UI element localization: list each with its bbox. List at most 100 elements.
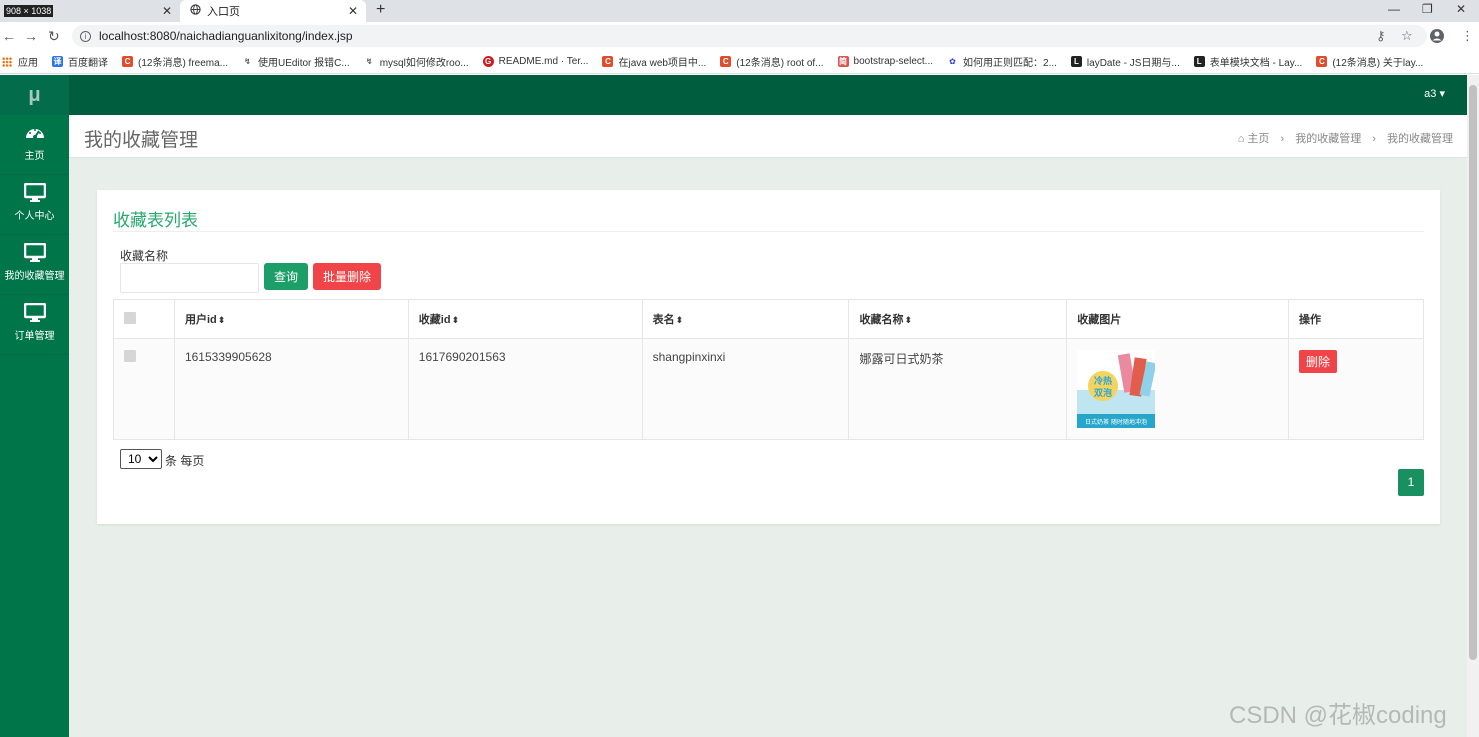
row-select-cell <box>113 338 175 440</box>
bookmark-item[interactable]: 译 百度翻译 <box>52 54 108 69</box>
star-icon[interactable]: ☆ <box>1401 28 1413 44</box>
cell-table-name: shangpinxinxi <box>641 338 850 440</box>
baidu-icon: ✿ <box>949 57 956 66</box>
close-tab-icon[interactable]: ✕ <box>162 4 172 18</box>
sidebar-item-home[interactable]: 主页 <box>0 115 69 175</box>
sort-icon[interactable]: ⬍ <box>676 315 684 325</box>
csdn-icon: C <box>1316 56 1328 67</box>
app-logo[interactable]: μ <box>0 75 69 115</box>
scrollbar-thumb[interactable] <box>1469 85 1477 660</box>
forward-icon[interactable]: → <box>24 28 38 44</box>
cell-fav-name: 娜露可日式奶茶 <box>848 338 1068 440</box>
table-header-row: 用户id⬍ 收藏id⬍ 表名⬍ 收藏名称⬍ 收藏图片 操作 <box>113 299 1424 339</box>
monitor-icon <box>23 303 46 322</box>
column-header-fav-id[interactable]: 收藏id⬍ <box>407 299 643 339</box>
thumb-text-1: 冷热 <box>1094 375 1112 387</box>
bookmark-item[interactable]: C (12条消息) root of... <box>720 54 824 69</box>
menu-dots-icon[interactable]: ⋮ <box>1461 28 1474 44</box>
bookmark-label: 应用 <box>18 58 38 69</box>
sort-icon[interactable]: ⬍ <box>218 315 226 325</box>
browser-tab-1[interactable]: 908 × 1038 ✕ <box>0 0 180 22</box>
csdn-icon: C <box>720 56 732 67</box>
page-scrollbar[interactable] <box>1467 75 1479 737</box>
column-header-actions: 操作 <box>1288 299 1424 339</box>
baidu-translate-icon: 译 <box>52 56 63 67</box>
browser-tab-2[interactable]: 入口页 ✕ <box>180 0 366 22</box>
cell-fav-id: 1617690201563 <box>407 338 643 440</box>
link-icon: ↯ <box>244 57 251 66</box>
sidebar-item-profile[interactable]: 个人中心 <box>0 175 69 235</box>
sidebar: 主页 个人中心 我的收藏管理 订单管理 <box>0 115 69 737</box>
cell-fav-image: 冷热 双泡 日式奶茶 随时随地冲泡 <box>1066 338 1290 440</box>
sidebar-item-favorites[interactable]: 我的收藏管理 <box>0 235 69 295</box>
watermark: CSDN @花椒coding <box>1229 702 1447 729</box>
column-header-user-id[interactable]: 用户id⬍ <box>173 299 409 339</box>
bookmark-item[interactable]: C (12条消息) 关于lay... <box>1316 54 1423 69</box>
delete-button[interactable]: 删除 <box>1299 350 1338 373</box>
dimension-badge: 908 × 1038 <box>4 5 54 17</box>
column-header-label: 收藏图片 <box>1077 314 1122 326</box>
layui-icon: L <box>1070 56 1082 67</box>
bookmark-item[interactable]: 应用 <box>0 54 38 69</box>
app-topbar: μ a3 ▾ <box>0 75 1479 115</box>
url-input[interactable]: i localhost:8080/naichadianguanlixitong/… <box>72 25 1427 47</box>
sidebar-item-orders[interactable]: 订单管理 <box>0 295 69 355</box>
reload-icon[interactable]: ↻ <box>48 28 60 45</box>
bookmark-item[interactable]: C (12条消息) freema... <box>122 54 228 69</box>
address-bar: ← → ↻ i localhost:8080/naichadianguanlix… <box>0 22 1479 50</box>
breadcrumb-section[interactable]: 我的收藏管理 <box>1295 133 1361 145</box>
page-title: 我的收藏管理 <box>84 130 199 151</box>
sort-icon[interactable]: ⬍ <box>452 315 460 325</box>
select-all-checkbox[interactable] <box>124 311 136 324</box>
bookmark-item[interactable]: ↯ mysql如何修改roo... <box>364 54 469 69</box>
tab-title: 入口页 <box>207 6 240 18</box>
cell-actions: 删除 <box>1288 338 1424 440</box>
restore-icon[interactable]: ❐ <box>1422 2 1433 16</box>
favorite-name-input[interactable] <box>120 263 259 293</box>
bookmark-item[interactable]: ✿ 如何用正则匹配：2... <box>947 54 1057 69</box>
sort-icon[interactable]: ⬍ <box>904 315 912 325</box>
breadcrumb-separator: › <box>1280 133 1285 145</box>
column-header-label: 表名 <box>652 314 675 326</box>
divider <box>113 231 1424 232</box>
bookmark-item[interactable]: C 在java web项目中... <box>602 54 706 69</box>
breadcrumb-current: 我的收藏管理 <box>1387 133 1453 145</box>
bookmark-item[interactable]: ↯ 使用UEditor 报错C... <box>242 54 350 69</box>
column-header-fav-image: 收藏图片 <box>1066 299 1290 339</box>
bookmark-label: 表单模块文档 - Lay... <box>1209 58 1303 69</box>
column-header-table-name[interactable]: 表名⬍ <box>641 299 850 339</box>
back-icon[interactable]: ← <box>2 28 16 44</box>
batch-delete-button[interactable]: 批量删除 <box>313 263 381 290</box>
new-tab-icon[interactable]: + <box>376 1 385 19</box>
select-all-cell <box>113 299 175 339</box>
bookmark-item[interactable]: G README.md · Ter... <box>482 56 588 67</box>
window-close-icon[interactable]: ✕ <box>1456 2 1466 16</box>
cell-user-id: 1615339905628 <box>173 338 409 440</box>
info-icon[interactable]: i <box>80 30 91 42</box>
column-header-fav-name[interactable]: 收藏名称⬍ <box>848 299 1068 339</box>
bookmark-label: bootstrap-select... <box>853 56 934 67</box>
bookmark-item[interactable]: L 表单模块文档 - Lay... <box>1193 54 1303 69</box>
panel-title: 收藏表列表 <box>113 211 198 230</box>
breadcrumb-separator: › <box>1372 133 1376 145</box>
key-icon[interactable]: ⚷ <box>1376 28 1386 44</box>
minimize-icon[interactable]: — <box>1388 2 1400 16</box>
user-menu[interactable]: a3 ▾ <box>1424 87 1445 100</box>
bootstrap-icon: 简 <box>837 56 849 67</box>
bookmark-item[interactable]: L layDate - JS日期与... <box>1070 54 1180 69</box>
profile-icon[interactable] <box>1429 28 1445 47</box>
bookmark-label: layDate - JS日期与... <box>1086 58 1180 69</box>
search-button[interactable]: 查询 <box>264 263 308 290</box>
bookmark-label: 百度翻译 <box>68 58 108 69</box>
link-icon: ↯ <box>365 57 373 66</box>
bookmark-item[interactable]: 简 bootstrap-select... <box>837 56 934 67</box>
table-row: 1615339905628 1617690201563 shangpinxinx… <box>113 338 1424 440</box>
page-size-select[interactable]: 10 <box>120 449 162 469</box>
page-button-1[interactable]: 1 <box>1398 469 1424 496</box>
close-tab-icon[interactable]: ✕ <box>348 4 358 18</box>
row-checkbox[interactable] <box>124 350 136 362</box>
breadcrumb-home[interactable]: 主页 <box>1247 133 1269 145</box>
bookmarks-bar: 应用 译 百度翻译 C (12条消息) freema... ↯ 使用UEdito… <box>0 50 1479 74</box>
product-thumbnail[interactable]: 冷热 双泡 日式奶茶 随时随地冲泡 <box>1077 350 1156 428</box>
globe-icon <box>190 4 201 18</box>
